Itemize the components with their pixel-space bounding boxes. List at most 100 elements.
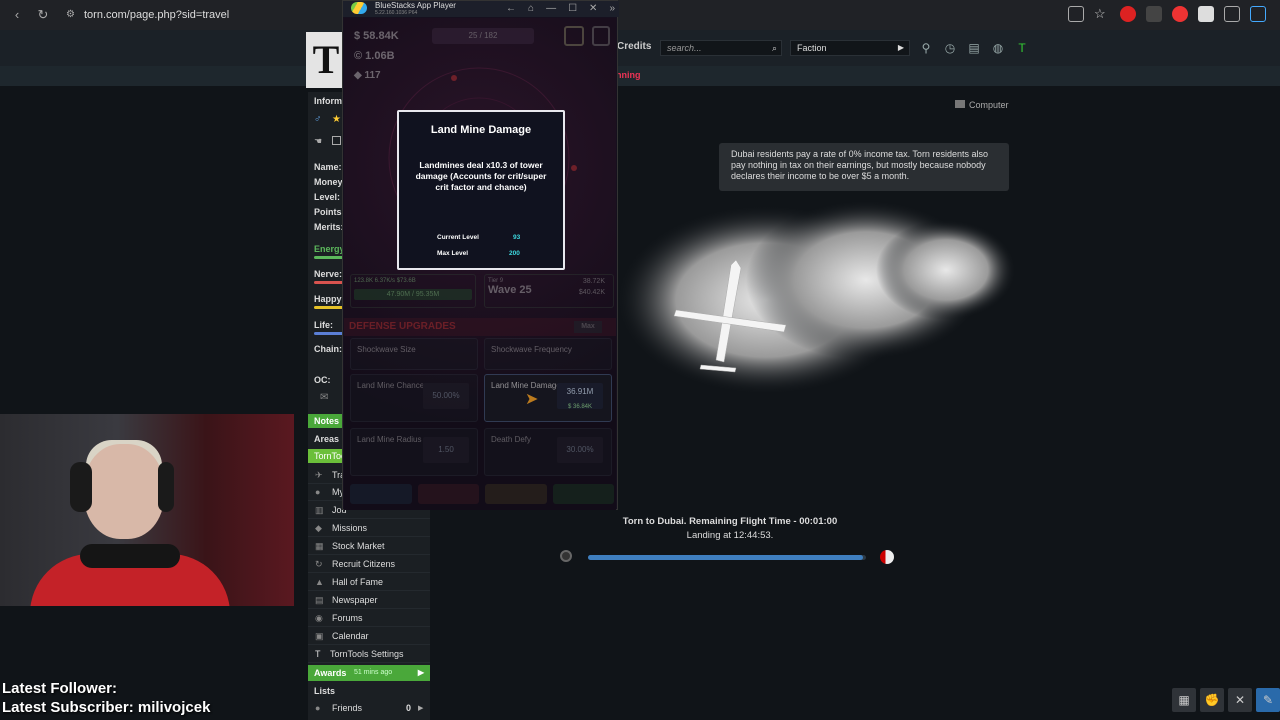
pencil-icon[interactable]: ✎ <box>1256 688 1280 712</box>
install-icon[interactable] <box>1068 6 1084 22</box>
life-label: Life: <box>314 320 333 330</box>
book-icon: ▥ <box>315 505 324 515</box>
health-bar: 47.90M / 95.35M <box>354 289 472 300</box>
sidebar-item-recruit[interactable]: ↻ Recruit Citizens <box>308 556 430 573</box>
sidebar-item-calendar[interactable]: ▣ Calendar <box>308 628 430 645</box>
flight-progress-fill <box>588 555 864 560</box>
browser-extension-icons: ☆ <box>1068 6 1266 22</box>
upgrade-land-mine-damage[interactable]: Land Mine Damage 36.91M $ 36.84K ➤ <box>484 374 612 422</box>
current-level-value: 93 <box>513 234 521 241</box>
minimize-icon[interactable]: — <box>546 3 556 14</box>
upgrade-value: 1.50 <box>423 437 469 463</box>
sidebar-item-label: Stock Market <box>332 541 385 551</box>
newspaper-icon: ▤ <box>315 595 324 605</box>
torn-logo[interactable]: T <box>306 32 346 88</box>
gem-icon: ◆ <box>354 70 365 81</box>
flight-progress-bar <box>588 555 866 560</box>
upgrade-shockwave-size[interactable]: Shockwave Size <box>350 338 478 370</box>
city-icon[interactable]: ▦ <box>1172 688 1196 712</box>
happy-label: Happy: <box>314 294 345 304</box>
friends-icon: ● <box>315 703 321 713</box>
webcam-overlay <box>0 414 294 606</box>
trophy-icon: ▲ <box>315 577 324 587</box>
home-icon[interactable]: ⌂ <box>528 3 534 14</box>
life-bar <box>314 332 344 335</box>
search-input[interactable]: search... ⌕ <box>660 40 782 56</box>
tab-attack[interactable] <box>350 484 412 504</box>
back-icon[interactable]: ‹ <box>8 6 26 24</box>
extension-icon[interactable] <box>1224 6 1240 22</box>
flight-status-text: Torn to Dubai. Remaining Flight Time - 0… <box>622 516 838 527</box>
sidebar-item-forums[interactable]: ◉ Forums <box>308 610 430 627</box>
browser-toolbar: ‹ ↻ ⚙ torn.com/page.php?sid=travel ☆ <box>0 0 1280 30</box>
extensions-puzzle-icon[interactable] <box>1250 6 1266 22</box>
back-icon[interactable]: ← <box>506 3 516 14</box>
clock-icon[interactable]: ◷ <box>942 40 958 56</box>
hud-right-panel: Tier 9 Wave 25 38.72K $40.42K <box>484 274 614 308</box>
credits-link[interactable]: Credits <box>617 41 651 52</box>
awards-button[interactable]: Awards 51 mins ago ▶ <box>308 665 430 681</box>
mail-icon[interactable]: ✉ <box>320 392 328 403</box>
crossed-swords-icon[interactable]: ✕ <box>1228 688 1252 712</box>
sidebar-item-torntools-settings[interactable]: T TornTools Settings <box>308 646 430 663</box>
reload-icon[interactable]: ↻ <box>34 6 52 24</box>
bookmark-star-icon[interactable]: ☆ <box>1094 6 1110 22</box>
search-icon[interactable]: ⌕ <box>772 41 777 55</box>
latest-subscriber-text: Latest Subscriber: milivojcek <box>2 699 211 716</box>
microphone-icon <box>80 544 180 568</box>
hud-left-panel: 123.8K 6.37K/s $73.6B 47.90M / 95.35M <box>350 274 476 308</box>
extension-icon[interactable] <box>1172 6 1188 22</box>
sidebar-toggle-icon[interactable]: » <box>609 3 615 14</box>
menu-icon[interactable] <box>592 26 610 46</box>
computer-icon <box>955 100 965 108</box>
faction-select-value: Faction <box>797 43 827 53</box>
upgrade-shockwave-frequency[interactable]: Shockwave Frequency <box>484 338 612 370</box>
upgrade-info-popup[interactable]: Land Mine Damage Landmines deal x10.3 of… <box>397 110 565 270</box>
upgrade-death-defy[interactable]: Death Defy 30.00% <box>484 428 612 476</box>
upgrade-value: 30.00% <box>557 437 603 463</box>
bluestacks-titlebar[interactable]: BlueStacks App Player 5.22.160.1036 P64 … <box>343 1 619 17</box>
level-label: Level: <box>314 192 341 202</box>
money-label: Money: <box>314 177 346 187</box>
sidebar-item-newspaper[interactable]: ▤ Newspaper <box>308 592 430 609</box>
upgrade-name: Shockwave Size <box>357 345 416 354</box>
bottom-right-toolbar: ▦ ✊ ✕ ✎ <box>1172 688 1280 712</box>
faction-select[interactable]: Faction ▶ <box>790 40 910 56</box>
tab-utility[interactable] <box>485 484 547 504</box>
globe-icon[interactable]: ◍ <box>990 40 1006 56</box>
fist-icon[interactable]: ✊ <box>1200 688 1224 712</box>
clipboard-icon[interactable]: ▤ <box>966 40 982 56</box>
sidebar-item-friends[interactable]: ● Friends 0 ▶ <box>308 700 430 717</box>
chevron-right-icon: ▶ <box>417 668 424 677</box>
extension-icon[interactable] <box>1146 6 1162 22</box>
computer-label: Computer <box>969 100 1009 110</box>
sidebar-item-label: Recruit Citizens <box>332 559 396 569</box>
max-button[interactable]: Max <box>574 321 602 333</box>
sidebar-item-label: Hall of Fame <box>332 577 384 587</box>
torntools-icon[interactable]: T <box>1014 40 1030 56</box>
headphone-right <box>158 462 174 512</box>
section-title: DEFENSE UPGRADES <box>349 321 456 332</box>
computer-link[interactable]: Computer <box>955 100 1009 110</box>
sidebar-item-missions[interactable]: ◆ Missions <box>308 520 430 537</box>
running-label: nning <box>616 70 641 80</box>
sidebar-item-hall-of-fame[interactable]: ▲ Hall of Fame <box>308 574 430 591</box>
extension-icon[interactable] <box>1198 6 1214 22</box>
recruit-icon: ↻ <box>315 559 323 569</box>
tab-defense[interactable] <box>417 484 479 504</box>
sidebar-item-stock-market[interactable]: ▦ Stock Market <box>308 538 430 555</box>
cart-icon[interactable] <box>564 26 584 46</box>
site-info-icon[interactable]: ⚙ <box>66 5 75 25</box>
upgrade-land-mine-chance[interactable]: Land Mine Chance 50.00% <box>350 374 478 422</box>
defense-upgrades-header: DEFENSE UPGRADES Max <box>344 318 616 336</box>
close-icon[interactable]: ✕ <box>589 3 597 14</box>
extension-icon[interactable] <box>1120 6 1136 22</box>
wave-counter: 25 / 182 <box>432 28 534 44</box>
maximize-icon[interactable]: ☐ <box>568 3 577 14</box>
tab-ultimate[interactable] <box>552 484 614 504</box>
popup-description: Landmines deal x10.3 of tower damage (Ac… <box>415 160 547 192</box>
chevron-right-icon: ▶ <box>897 43 904 52</box>
upgrade-land-mine-radius[interactable]: Land Mine Radius 1.50 <box>350 428 478 476</box>
lists-header: Lists <box>314 686 336 696</box>
binoculars-icon[interactable]: ⚲ <box>918 40 934 56</box>
